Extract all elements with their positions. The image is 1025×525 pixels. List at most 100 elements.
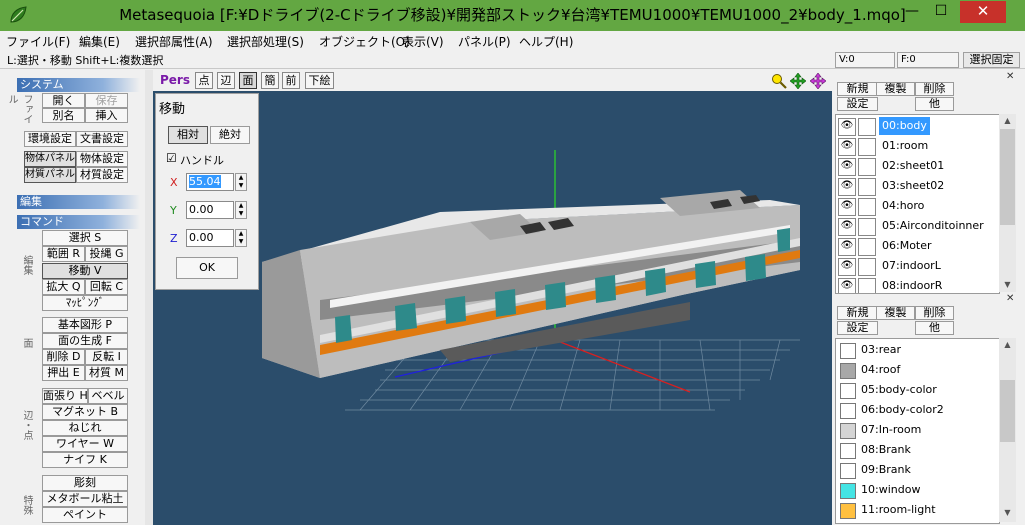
face-generate-button[interactable]: 面の生成 F bbox=[42, 333, 128, 349]
x-value-input[interactable]: 55.04 bbox=[186, 173, 234, 191]
object-list-scrollbar[interactable]: ▲ ▼ bbox=[999, 114, 1016, 292]
object-row[interactable]: 👁 04:horo bbox=[836, 196, 999, 216]
object-list[interactable]: 👁 00:body 👁 01:room 👁 02:sheet01 👁 03:sheet0… bbox=[835, 114, 1000, 294]
object-row[interactable]: 👁 05:Airconditoinner bbox=[836, 216, 999, 236]
material-row[interactable]: 10:window bbox=[836, 480, 999, 500]
wire-tool-button[interactable]: ワイヤー W bbox=[42, 436, 128, 452]
delete-tool-button[interactable]: 削除 D bbox=[42, 349, 85, 365]
absolute-toggle[interactable]: 絶対 bbox=[210, 126, 250, 144]
lasso-tool-button[interactable]: 投縄 G bbox=[85, 246, 128, 262]
z-value-input[interactable]: 0.00 bbox=[186, 229, 234, 247]
material-other-button[interactable]: 他 bbox=[915, 321, 954, 335]
material-settings-button[interactable]: 材質設定 bbox=[76, 167, 128, 183]
pan-icon[interactable] bbox=[789, 72, 807, 90]
material-row[interactable]: 07:In-room bbox=[836, 420, 999, 440]
material-list[interactable]: 03:rear 04:roof 05:body-color 06:body-co… bbox=[835, 338, 1000, 524]
mapping-tool-button[interactable]: ﾏｯﾋﾟﾝｸﾞ bbox=[42, 295, 128, 311]
close-button[interactable]: ✕ bbox=[960, 1, 1006, 23]
minimize-button[interactable]: — bbox=[898, 1, 926, 23]
material-row[interactable]: 05:body-color bbox=[836, 380, 999, 400]
y-spin-button[interactable]: ▲ ▼ bbox=[235, 201, 247, 219]
view-face-toggle[interactable]: 面 bbox=[239, 72, 257, 89]
menu-edit[interactable]: 編集(E) bbox=[79, 33, 120, 50]
y-value-input[interactable]: 0.00 bbox=[186, 201, 234, 219]
select-tool-button[interactable]: 選択 S bbox=[42, 230, 128, 246]
object-panel-close-icon[interactable]: ✕ bbox=[1006, 71, 1014, 82]
x-spin-button[interactable]: ▲ ▼ bbox=[235, 173, 247, 191]
scale-tool-button[interactable]: 拡大 Q bbox=[42, 279, 85, 295]
bevel-button[interactable]: ベベル bbox=[88, 388, 128, 404]
metaball-tool-button[interactable]: メタボール粘土 bbox=[42, 491, 128, 507]
menu-object[interactable]: オブジェクト(O) bbox=[319, 33, 410, 50]
menu-selection-attributes[interactable]: 選択部属性(A) bbox=[135, 33, 213, 50]
env-settings-button[interactable]: 環境設定 bbox=[24, 131, 76, 147]
rotate-view-icon[interactable] bbox=[809, 72, 827, 90]
view-front-button[interactable]: 前 bbox=[282, 72, 300, 89]
scroll-down-icon[interactable]: ▼ bbox=[999, 506, 1016, 520]
material-panel-toggle[interactable]: 材質パネル bbox=[24, 167, 76, 183]
scroll-up-icon[interactable]: ▲ bbox=[999, 338, 1016, 352]
extrude-tool-button[interactable]: 押出 E bbox=[42, 365, 85, 381]
perspective-label[interactable]: Pers bbox=[160, 73, 190, 87]
scroll-down-icon[interactable]: ▼ bbox=[999, 278, 1016, 292]
paint-tool-button[interactable]: ペイント bbox=[42, 507, 128, 523]
object-settings-button[interactable]: 物体設定 bbox=[76, 151, 128, 167]
material-row[interactable]: 11:room-light bbox=[836, 500, 999, 520]
twist-tool-button[interactable]: ねじれ bbox=[42, 420, 128, 436]
object-row[interactable]: 👁 08:indoorR bbox=[836, 276, 999, 293]
material-row[interactable]: 08:Brank bbox=[836, 440, 999, 460]
rotate-tool-button[interactable]: 回転 C bbox=[85, 279, 128, 295]
object-row[interactable]: 👁 01:room bbox=[836, 136, 999, 156]
material-row[interactable]: 09:Brank bbox=[836, 460, 999, 480]
open-button[interactable]: 開く bbox=[42, 93, 85, 108]
scroll-thumb[interactable] bbox=[1000, 129, 1015, 225]
material-tool-button[interactable]: 材質 M bbox=[85, 365, 128, 381]
menu-help[interactable]: ヘルプ(H) bbox=[519, 33, 573, 50]
command-header[interactable]: コマンド bbox=[17, 215, 140, 229]
scroll-up-icon[interactable]: ▲ bbox=[999, 114, 1016, 128]
save-as-button[interactable]: 別名 bbox=[42, 108, 85, 123]
material-list-scrollbar[interactable]: ▲ ▼ bbox=[999, 338, 1016, 522]
insert-button[interactable]: 挿入 bbox=[85, 108, 128, 123]
object-row[interactable]: 👁 00:body bbox=[836, 116, 999, 136]
material-panel-close-icon[interactable]: ✕ bbox=[1006, 293, 1014, 304]
material-duplicate-button[interactable]: 複製 bbox=[876, 306, 915, 320]
range-tool-button[interactable]: 範囲 R bbox=[42, 246, 85, 262]
flip-tool-button[interactable]: 反転 I bbox=[85, 349, 128, 365]
menu-file[interactable]: ファイル(F) bbox=[6, 33, 70, 50]
save-button[interactable]: 保存 bbox=[85, 93, 128, 108]
object-panel-toggle[interactable]: 物体パネル bbox=[24, 151, 76, 167]
ok-button[interactable]: OK bbox=[176, 257, 238, 279]
material-row[interactable]: 03:rear bbox=[836, 340, 999, 360]
object-row[interactable]: 👁 02:sheet01 bbox=[836, 156, 999, 176]
z-spin-button[interactable]: ▲ ▼ bbox=[235, 229, 247, 247]
face-stretch-button[interactable]: 面張り H bbox=[42, 388, 88, 404]
menu-selection-process[interactable]: 選択部処理(S) bbox=[227, 33, 304, 50]
material-delete-button[interactable]: 削除 bbox=[915, 306, 954, 320]
view-simple-toggle[interactable]: 簡 bbox=[261, 72, 279, 89]
menu-panel[interactable]: パネル(P) bbox=[458, 33, 511, 50]
magnet-tool-button[interactable]: マグネット B bbox=[42, 404, 128, 420]
menu-view[interactable]: 表示(V) bbox=[402, 33, 444, 50]
move-tool-button[interactable]: 移動 V bbox=[42, 263, 128, 279]
view-sketch-button[interactable]: 下絵 bbox=[305, 72, 334, 89]
relative-toggle[interactable]: 相対 bbox=[168, 126, 208, 144]
select-fixed-button[interactable]: 選択固定 bbox=[963, 52, 1020, 68]
material-settings-button[interactable]: 設定 bbox=[837, 321, 878, 335]
zoom-icon[interactable] bbox=[771, 73, 787, 89]
carve-tool-button[interactable]: 彫刻 bbox=[42, 475, 128, 491]
scroll-thumb[interactable] bbox=[1000, 380, 1015, 442]
object-settings-button[interactable]: 設定 bbox=[837, 97, 878, 111]
view-edge-toggle[interactable]: 辺 bbox=[217, 72, 235, 89]
command-panel-scrollbar[interactable] bbox=[145, 70, 153, 525]
object-delete-button[interactable]: 削除 bbox=[915, 82, 954, 96]
material-row[interactable]: 06:body-color2 bbox=[836, 400, 999, 420]
knife-tool-button[interactable]: ナイフ K bbox=[42, 452, 128, 468]
system-header[interactable]: システム bbox=[17, 78, 140, 92]
edit-header[interactable]: 編集 bbox=[17, 195, 140, 209]
material-new-button[interactable]: 新規 bbox=[837, 306, 878, 320]
view-point-toggle[interactable]: 点 bbox=[195, 72, 213, 89]
object-row[interactable]: 👁 03:sheet02 bbox=[836, 176, 999, 196]
object-row[interactable]: 👁 06:Moter bbox=[836, 236, 999, 256]
basic-shape-button[interactable]: 基本図形 P bbox=[42, 317, 128, 333]
